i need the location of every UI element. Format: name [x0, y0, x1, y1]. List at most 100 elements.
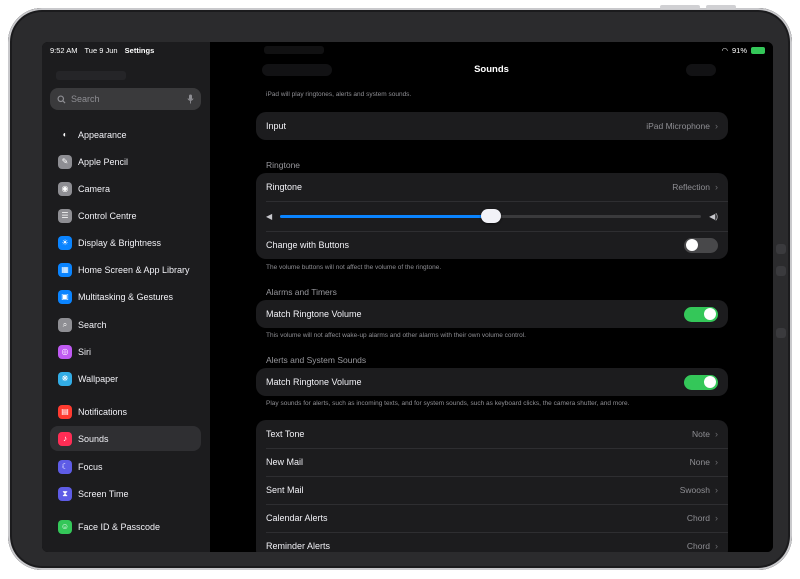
top-note: iPad will play ringtones, alerts and sys…	[266, 91, 412, 98]
volume-slider-knob[interactable]	[480, 208, 501, 223]
volume-slider-row: ◀ ◀)	[256, 201, 728, 231]
alerts-match-toggle[interactable]	[684, 374, 718, 390]
search-placeholder: Search	[71, 94, 100, 104]
status-time: 9:52 AM	[50, 46, 78, 55]
sidebar-item-sounds[interactable]: ♪ Sounds	[50, 426, 201, 451]
sidebar-item-search[interactable]: ⌕ Search	[50, 312, 201, 337]
sidebar-item-label: Home Screen & App Library	[78, 264, 190, 275]
control-centre-icon: ☰	[58, 208, 72, 223]
sidebar-item-home-screen-app-library[interactable]: ▦ Home Screen & App Library	[50, 257, 201, 282]
volume-slider[interactable]	[280, 208, 702, 223]
tone-value: Note	[692, 429, 710, 439]
sidebar-item-appearance[interactable]: ◐ Appearance	[50, 122, 201, 147]
siri-icon: ◎	[58, 344, 72, 359]
ringtone-value: Reflection	[672, 182, 710, 192]
input-row[interactable]: Input iPad Microphone ›	[256, 112, 728, 140]
alerts-section-header: Alerts and System Sounds	[266, 355, 367, 365]
change-with-buttons-toggle[interactable]	[684, 237, 718, 253]
microphone-icon[interactable]	[187, 94, 194, 104]
volume-button	[660, 5, 700, 9]
sidebar-item-siri[interactable]: ◎ Siri	[50, 339, 201, 364]
battery-icon	[751, 47, 765, 54]
sidebar-item-wallpaper[interactable]: ❋ Wallpaper	[50, 366, 201, 391]
change-with-buttons-row: Change with Buttons	[256, 231, 728, 259]
sidebar-item-label: Multitasking & Gestures	[78, 291, 174, 302]
sidebar-item-label: Appearance	[78, 129, 127, 140]
tone-value: Chord	[686, 541, 710, 551]
tone-row-text-tone[interactable]: Text Tone Note ›	[256, 420, 728, 448]
sidebar-item-label: Notifications	[78, 406, 128, 417]
tone-label: Calendar Alerts	[266, 513, 328, 523]
alerts-card: Match Ringtone Volume	[256, 368, 728, 396]
sounds-pane: ◠ 91% Sounds iPad will play ringtones, a…	[210, 42, 773, 552]
sidebar-item-label: Display & Brightness	[78, 237, 162, 248]
tone-row-calendar-alerts[interactable]: Calendar Alerts Chord ›	[256, 504, 728, 532]
sidebar-item-focus[interactable]: ☾ Focus	[50, 454, 201, 479]
face-id-icon: ☺	[58, 519, 72, 534]
tone-row-reminder-alerts[interactable]: Reminder Alerts Chord ›	[256, 532, 728, 552]
sidebar-item-screen-time[interactable]: ⧗ Screen Time	[50, 481, 201, 506]
tone-value: None	[689, 457, 710, 467]
chevron-right-icon: ›	[715, 429, 718, 439]
sidebar-item-display-brightness[interactable]: ☀ Display & Brightness	[50, 230, 201, 255]
ringtone-card: Ringtone Reflection › ◀ ◀) Change with B…	[256, 173, 728, 259]
chevron-right-icon: ›	[715, 182, 718, 192]
sidebar-item-label: Screen Time	[78, 488, 129, 499]
tone-label: Sent Mail	[266, 485, 304, 495]
sidebar-item-label: Control Centre	[78, 210, 137, 221]
sidebar-item-apple-pencil[interactable]: ✎ Apple Pencil	[50, 149, 201, 174]
alarms-match-toggle[interactable]	[684, 306, 718, 322]
focus-icon: ☾	[58, 459, 72, 474]
sidebar-item-label: Camera	[78, 183, 111, 194]
tone-row-sent-mail[interactable]: Sent Mail Swoosh ›	[256, 476, 728, 504]
input-value: iPad Microphone	[646, 121, 710, 131]
alarms-match-row: Match Ringtone Volume	[256, 300, 728, 328]
screen: 9:52 AM Tue 9 Jun Settings Search ◐ Appea…	[42, 42, 773, 552]
tones-card: Text Tone Note › New Mail None › Sent Mail Swoo…	[256, 420, 728, 552]
scrolled-under-header	[264, 46, 324, 54]
sidebar-item-label: Siri	[78, 346, 91, 357]
sidebar-item-camera[interactable]: ◉ Camera	[50, 176, 201, 201]
settings-sidebar: 9:52 AM Tue 9 Jun Settings Search ◐ Appea…	[42, 42, 210, 552]
sidebar-item-label: Focus	[78, 461, 103, 472]
tone-row-new-mail[interactable]: New Mail None ›	[256, 448, 728, 476]
ringtone-row[interactable]: Ringtone Reflection ›	[256, 173, 728, 201]
scrolled-under-row	[56, 71, 126, 80]
status-bar-left: 9:52 AM Tue 9 Jun Settings	[50, 46, 159, 55]
ringtone-label: Ringtone	[266, 182, 303, 192]
sounds-icon: ♪	[58, 431, 72, 446]
volume-slider-fill	[280, 214, 491, 218]
wifi-icon: ◠	[721, 46, 728, 55]
sidebar-item-label: Search	[78, 319, 107, 330]
alerts-match-label: Match Ringtone Volume	[266, 377, 362, 387]
chevron-right-icon: ›	[715, 457, 718, 467]
sidebar-item-notifications[interactable]: ▤ Notifications	[50, 399, 201, 424]
sidebar-item-label: Apple Pencil	[78, 156, 129, 167]
tone-value: Chord	[686, 513, 710, 523]
alarms-match-label: Match Ringtone Volume	[266, 309, 362, 319]
speaker-low-icon: ◀	[266, 211, 273, 221]
alarms-section-header: Alarms and Timers	[266, 287, 337, 297]
wallpaper-icon: ❋	[58, 371, 72, 386]
tone-value: Swoosh	[679, 485, 710, 495]
camera-icon: ◉	[58, 181, 72, 196]
alerts-footnote: Play sounds for alerts, such as incoming…	[266, 400, 630, 407]
alarms-footnote: This volume will not affect wake-up alar…	[266, 332, 526, 339]
status-bar-right: ◠ 91%	[721, 46, 765, 55]
brightness-icon: ☀	[58, 235, 72, 250]
tone-label: Text Tone	[266, 429, 305, 439]
sidebar-item-label: Wallpaper	[78, 373, 119, 384]
screen-time-icon: ⧗	[58, 486, 72, 501]
chevron-right-icon: ›	[715, 513, 718, 523]
sidebar-item-multitasking-gestures[interactable]: ▣ Multitasking & Gestures	[50, 284, 201, 309]
search-icon	[57, 94, 66, 104]
status-date: Tue 9 Jun	[84, 46, 118, 55]
tone-label: Reminder Alerts	[266, 541, 331, 551]
sidebar-item-face-id-passcode[interactable]: ☺ Face ID & Passcode	[50, 514, 201, 539]
bezel-connector	[776, 328, 786, 338]
multitasking-icon: ▣	[58, 289, 72, 304]
chevron-right-icon: ›	[715, 121, 718, 131]
sidebar-item-label: Face ID & Passcode	[78, 521, 161, 532]
search-bar[interactable]: Search	[50, 88, 201, 110]
sidebar-item-control-centre[interactable]: ☰ Control Centre	[50, 203, 201, 228]
